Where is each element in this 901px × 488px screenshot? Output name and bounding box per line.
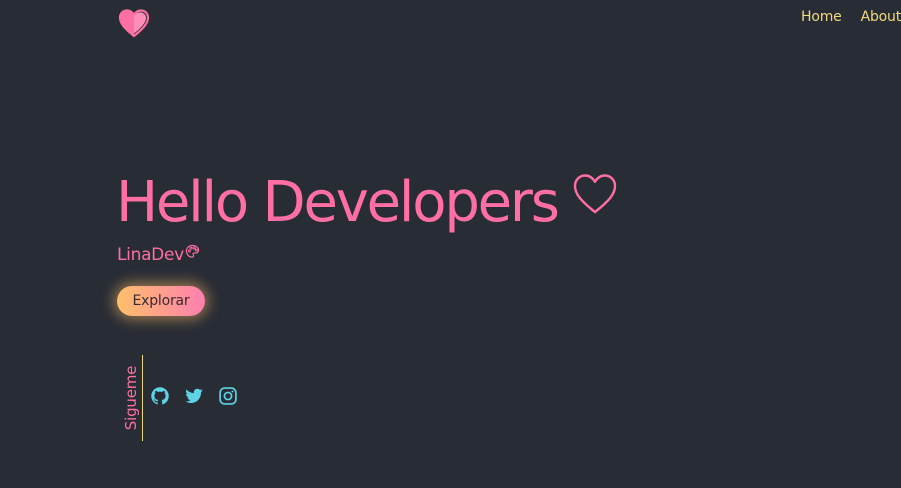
follow-label-wrap: Sigueme bbox=[121, 355, 141, 441]
github-link[interactable] bbox=[150, 386, 170, 406]
hero-title-row: Hello Developers bbox=[116, 170, 618, 235]
palette-icon bbox=[185, 244, 200, 258]
nav-about-link[interactable]: About bbox=[861, 9, 901, 25]
heart-outline-icon bbox=[573, 174, 616, 214]
hero-title: Hello Developers bbox=[116, 170, 560, 235]
follow-label: Sigueme bbox=[122, 365, 141, 431]
instagram-icon bbox=[219, 387, 237, 405]
twitter-icon bbox=[185, 388, 203, 403]
author-name: LinaDev bbox=[117, 245, 184, 265]
page: Home About Hello Developers LinaDev Expl… bbox=[0, 0, 901, 488]
follow-divider bbox=[142, 355, 143, 441]
instagram-link[interactable] bbox=[218, 386, 238, 406]
explore-button[interactable]: Explorar bbox=[117, 286, 205, 316]
nav-home-link[interactable]: Home bbox=[801, 9, 842, 25]
top-nav: Home About bbox=[801, 9, 901, 25]
author-line: LinaDev bbox=[117, 244, 200, 265]
github-icon bbox=[151, 387, 169, 405]
social-links bbox=[150, 386, 238, 406]
twitter-link[interactable] bbox=[184, 386, 204, 406]
half-heart-logo-icon[interactable] bbox=[118, 8, 150, 38]
follow-section: Sigueme bbox=[121, 355, 143, 441]
